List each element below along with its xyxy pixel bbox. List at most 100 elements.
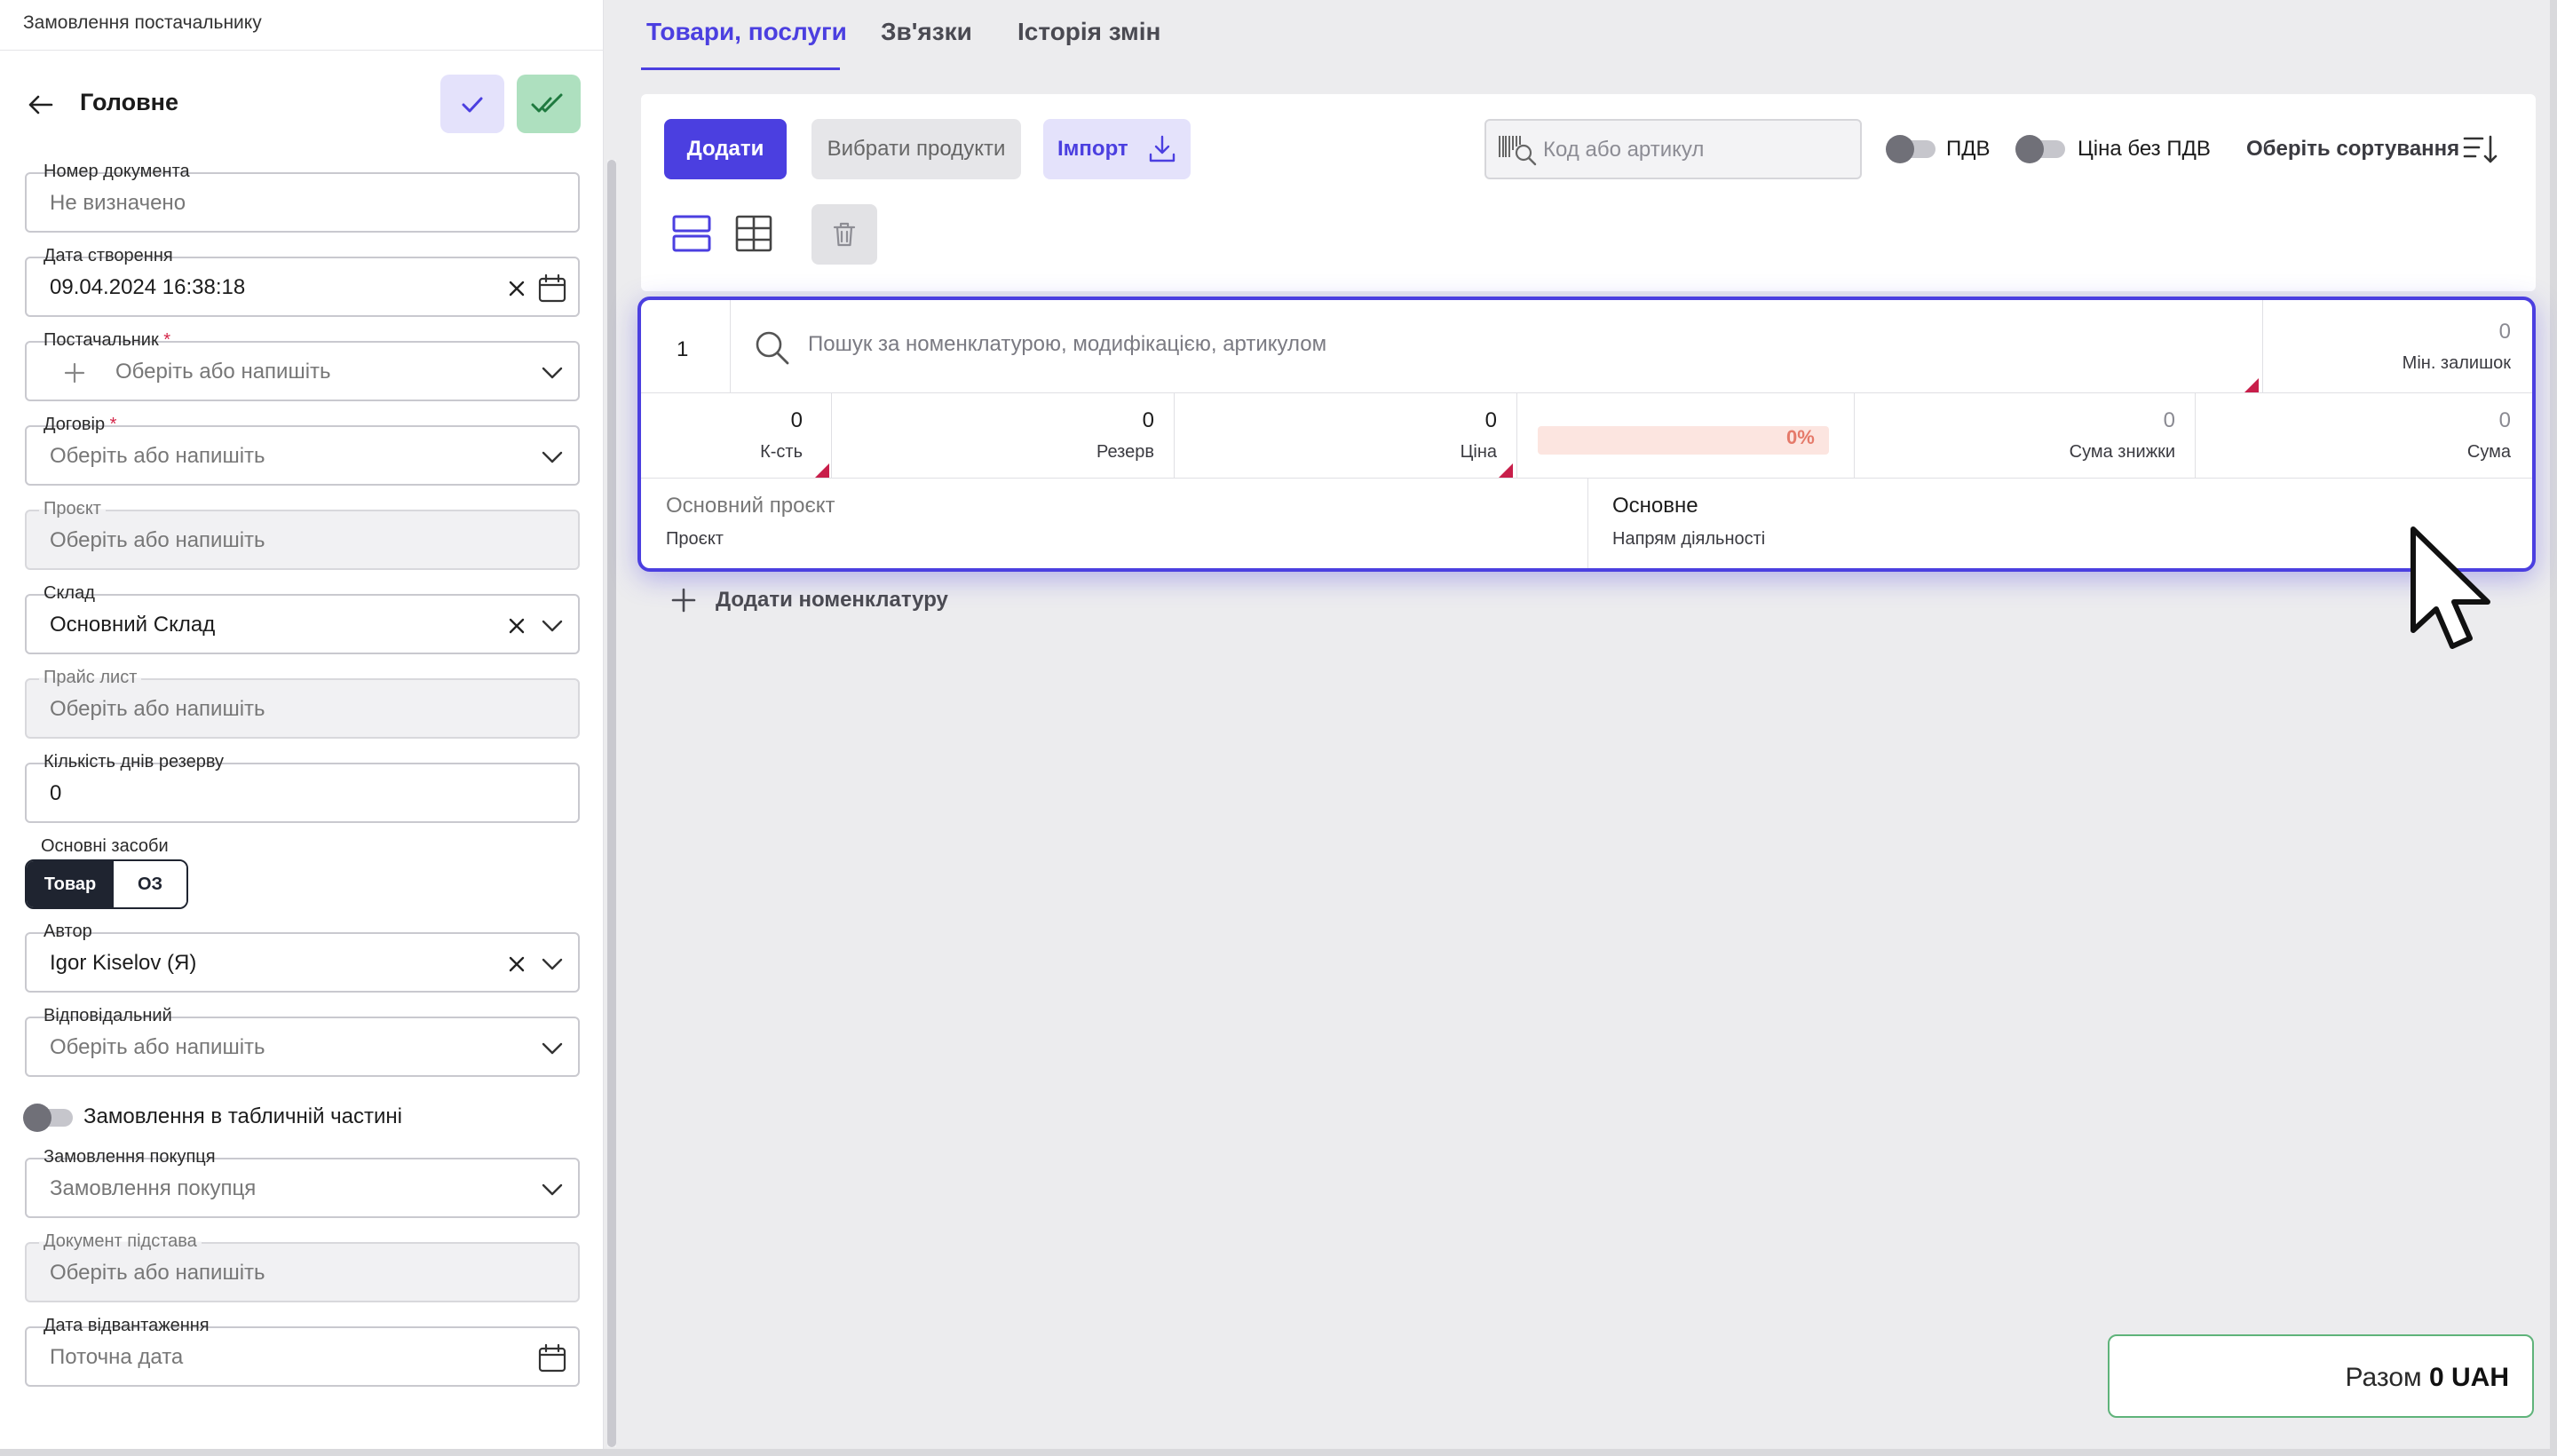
save-button[interactable]	[440, 75, 504, 133]
divider	[641, 478, 2532, 479]
field-label: Кількість днів резерву	[39, 752, 229, 772]
segment-goods[interactable]: Товар	[27, 861, 114, 907]
field-label: Постачальник *	[39, 330, 176, 351]
delete-button[interactable]	[811, 204, 877, 265]
warehouse-field[interactable]: Склад Основний Склад	[25, 583, 580, 654]
scrollbar-thumb[interactable]	[607, 160, 616, 1447]
clear-icon[interactable]	[501, 273, 533, 305]
divider	[1854, 392, 1855, 478]
total-text: Разом 0 UAH	[2345, 1363, 2509, 1392]
divider	[1587, 478, 1588, 568]
required-marker	[815, 463, 829, 478]
total-box: Разом 0 UAH	[2108, 1334, 2534, 1418]
chevron-down-icon[interactable]	[536, 610, 568, 642]
fixed-assets-label: Основні засоби	[41, 836, 169, 856]
reserve-days-value: 0	[50, 781, 62, 805]
tab-goods-services[interactable]: Товари, послуги	[646, 18, 847, 46]
qty-value: 0	[790, 408, 803, 432]
field-label: Номер документа	[39, 162, 194, 182]
calendar-icon[interactable]	[536, 1342, 568, 1374]
chevron-down-icon[interactable]	[536, 1174, 568, 1206]
chevron-down-icon[interactable]	[536, 441, 568, 473]
contract-field[interactable]: Договір * Оберіть або напишіть	[25, 415, 580, 486]
row-number: 1	[677, 337, 689, 361]
import-button[interactable]: Імпорт	[1043, 119, 1191, 179]
chevron-down-icon[interactable]	[536, 948, 568, 980]
add-button[interactable]: Додати	[664, 119, 787, 179]
save-and-close-button[interactable]	[517, 75, 581, 133]
code-search-placeholder: Код або артикул	[1543, 138, 1705, 162]
plus-icon[interactable]	[60, 359, 89, 387]
discount-sum-value: 0	[2163, 408, 2175, 432]
field-label: Проєкт	[39, 499, 106, 519]
divider	[2195, 392, 2196, 478]
choose-products-button[interactable]: Вибрати продукти	[811, 119, 1021, 179]
min-stock-label: Мін. залишок	[2402, 353, 2511, 373]
segment-fixed-assets[interactable]: ОЗ	[114, 861, 186, 907]
divider	[641, 392, 2532, 393]
fixed-assets-segmented-control: Товар ОЗ	[25, 859, 188, 909]
back-arrow-icon[interactable]	[25, 89, 57, 121]
responsible-field[interactable]: Відповідальний Оберіть або напишіть	[25, 1006, 580, 1077]
clear-icon[interactable]	[501, 948, 533, 980]
toggle-knob	[1886, 135, 1914, 163]
divider	[1516, 392, 1517, 478]
sort-select[interactable]: Оберіть сортування	[2246, 137, 2459, 162]
product-row-card[interactable]: 1 Пошук за номенклатурою, модифікацією, …	[637, 297, 2536, 572]
required-marker	[2244, 378, 2259, 392]
vat-label: ПДВ	[1946, 137, 1991, 161]
calendar-icon[interactable]	[536, 273, 568, 305]
required-marker	[1499, 463, 1513, 478]
divider	[2262, 300, 2263, 392]
price-without-vat-label: Ціна без ПДВ	[2078, 137, 2211, 161]
list-view-icon[interactable]	[671, 213, 712, 254]
double-check-icon	[531, 93, 563, 113]
table-view-icon[interactable]	[733, 213, 774, 254]
contract-value: Оберіть або напишіть	[50, 444, 265, 468]
warehouse-value: Основний Склад	[50, 613, 216, 637]
min-stock-value: 0	[2498, 320, 2511, 344]
vat-toggle[interactable]	[1886, 135, 1936, 163]
doc-number-value: Не визначено	[50, 191, 186, 215]
price-label: Ціна	[1460, 442, 1497, 462]
responsible-value: Оберіть або напишіть	[50, 1035, 265, 1059]
discount-sum-label: Сума знижки	[2069, 442, 2175, 462]
code-search-input[interactable]: Код або артикул	[1484, 119, 1862, 179]
import-label: Імпорт	[1057, 137, 1128, 161]
sort-icon[interactable]	[2461, 131, 2500, 167]
field-label: Відповідальний	[39, 1006, 177, 1026]
created-date-field[interactable]: Дата створення 09.04.2024 16:38:18	[25, 246, 580, 317]
nomenclature-search-input[interactable]: Пошук за номенклатурою, модифікацією, ар…	[808, 332, 1326, 357]
add-nomenclature-label: Додати номенклатуру	[716, 588, 948, 612]
toggle-knob	[2015, 135, 2044, 163]
table-order-toggle[interactable]	[23, 1104, 73, 1132]
chevron-down-icon[interactable]	[536, 357, 568, 389]
purchase-order-field[interactable]: Замовлення покупця Замовлення покупця	[25, 1147, 580, 1218]
supplier-value: Оберіть або напишіть	[115, 360, 331, 384]
search-icon	[756, 331, 789, 365]
price-without-vat-toggle[interactable]	[2015, 135, 2065, 163]
table-order-toggle-label: Замовлення в табличній частині	[83, 1104, 402, 1128]
chevron-down-icon[interactable]	[536, 1033, 568, 1064]
tab-links[interactable]: Зв'язки	[881, 18, 972, 46]
doc-number-field[interactable]: Номер документа Не визначено	[25, 162, 580, 233]
supplier-field[interactable]: Постачальник * Оберіть або напишіть	[25, 330, 580, 401]
field-label: Автор	[39, 922, 97, 942]
field-label: Договір *	[39, 415, 122, 435]
author-field[interactable]: Автор Igor Kiselov (Я)	[25, 922, 580, 993]
download-icon	[1149, 135, 1176, 162]
divider	[1174, 392, 1175, 478]
created-date-value: 09.04.2024 16:38:18	[50, 275, 246, 299]
project-field: Проєкт Оберіть або напишіть	[25, 499, 580, 570]
author-value: Igor Kiselov (Я)	[50, 951, 197, 975]
clear-icon[interactable]	[501, 610, 533, 642]
row-project-label: Проєкт	[666, 529, 724, 549]
reserve-label: Резерв	[1096, 442, 1154, 462]
price-list-value: Оберіть або напишіть	[50, 697, 265, 721]
check-icon	[462, 97, 483, 113]
price-value: 0	[1484, 408, 1497, 432]
tab-history[interactable]: Історія змін	[1017, 18, 1160, 46]
document-form-panel: Замовлення постачальнику Головне Номер д…	[0, 0, 604, 1449]
reserve-days-field[interactable]: Кількість днів резерву 0	[25, 752, 580, 823]
ship-date-field[interactable]: Дата відвантаження Поточна дата	[25, 1316, 580, 1387]
